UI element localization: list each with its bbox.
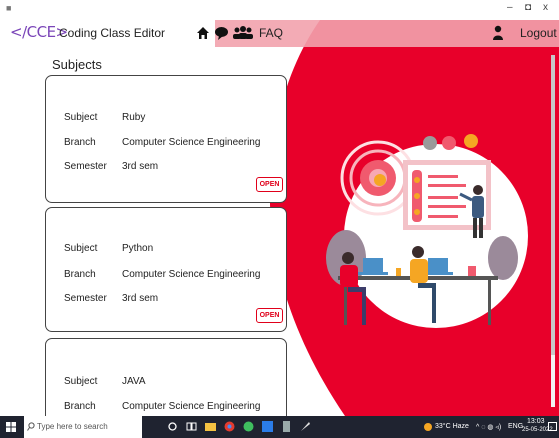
subject-label: Subject (64, 376, 98, 387)
app-icon-gray[interactable] (281, 421, 292, 432)
app-icon[interactable] (243, 421, 254, 432)
app-title: Coding Class Editor (59, 26, 166, 40)
subjects-heading: Subjects (52, 57, 102, 72)
open-button[interactable]: OPEN (256, 308, 283, 323)
group-icon[interactable] (232, 24, 254, 42)
close-button[interactable]: x (543, 2, 548, 13)
app-window-icon: ■ (6, 3, 12, 13)
system-tray-icons[interactable]: ^ ◌ ◍ ◃) (476, 423, 501, 431)
user-icon[interactable] (492, 24, 504, 42)
branch-value: Computer Science Engineering (122, 269, 261, 280)
subject-value: Python (122, 243, 154, 254)
chat-icon[interactable] (214, 24, 229, 42)
subject-label: Subject (64, 112, 98, 123)
weather-text[interactable]: 33°C Haze (435, 423, 469, 430)
task-view-icon[interactable] (186, 421, 197, 432)
subject-card: Subject Python Branch Computer Science E… (45, 207, 287, 332)
maximize-button[interactable]: ◘ (525, 2, 531, 13)
notification-icon[interactable] (548, 422, 557, 432)
file-explorer-icon[interactable] (205, 421, 216, 432)
home-icon[interactable] (196, 24, 210, 42)
scrollbar[interactable] (551, 55, 555, 407)
subject-value: Ruby (122, 112, 146, 123)
scrollbar-thumb[interactable] (551, 55, 555, 355)
semester-label: Semester (64, 293, 107, 304)
search-placeholder: Type here to search (37, 422, 108, 431)
app-icon-feather[interactable] (300, 421, 311, 432)
branch-label: Branch (64, 137, 96, 148)
window-titlebar: ■ – ◘ x (0, 0, 559, 18)
taskbar-search-box[interactable]: Type here to search (24, 416, 142, 438)
branch-value: Computer Science Engineering (122, 401, 261, 412)
search-icon (27, 422, 35, 431)
semester-label: Semester (64, 161, 107, 172)
subject-value: JAVA (122, 376, 146, 387)
semester-value: 3rd sem (122, 161, 159, 172)
language-indicator[interactable]: ENG (508, 423, 523, 430)
cortana-icon[interactable] (167, 421, 178, 432)
logout-button[interactable]: Logout (520, 26, 557, 40)
weather-icon[interactable] (423, 422, 433, 432)
app-icon-blue[interactable] (262, 421, 273, 432)
branch-label: Branch (64, 269, 96, 280)
classroom-illustration (326, 134, 528, 328)
branch-value: Computer Science Engineering (122, 137, 261, 148)
open-button[interactable]: OPEN (256, 177, 283, 192)
subject-label: Subject (64, 243, 98, 254)
app-header: </CCE> Coding Class Editor FAQ Logout (0, 20, 559, 47)
subject-card: Subject Ruby Branch Computer Science Eng… (45, 75, 287, 203)
chrome-icon[interactable] (224, 421, 235, 432)
semester-value: 3rd sem (122, 293, 159, 304)
os-taskbar: Type here to search 33°C Haze ^ ◌ ◍ ◃) E… (0, 416, 559, 438)
windows-start-icon[interactable] (6, 422, 16, 432)
branch-label: Branch (64, 401, 96, 412)
faq-link[interactable]: FAQ (259, 26, 283, 40)
clock-time[interactable]: 13:03 (527, 418, 545, 425)
minimize-button[interactable]: – (507, 2, 513, 13)
